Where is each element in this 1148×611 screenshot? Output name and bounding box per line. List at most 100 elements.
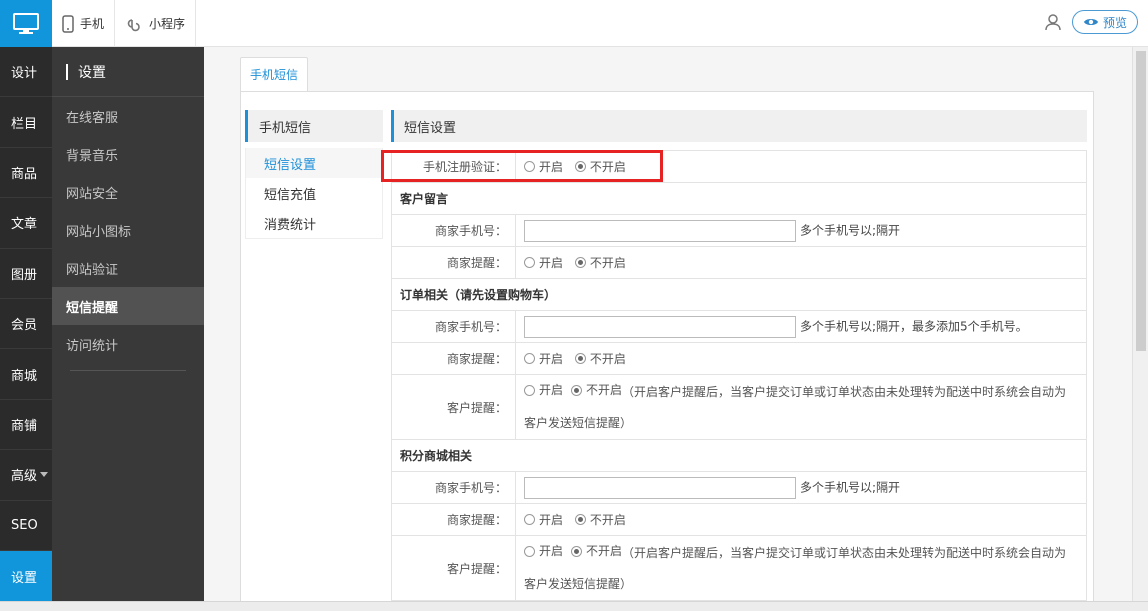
merchant-notify-label: 商家提醒： (391, 503, 516, 536)
register-verify-on[interactable]: 开启 (524, 158, 563, 175)
monitor-icon (13, 12, 39, 34)
radio-label: 不开启 (589, 352, 626, 366)
points-customer-notify-off[interactable]: 不开启 (571, 536, 622, 567)
side-item-mall[interactable]: 商城 (0, 349, 52, 400)
side-item-label: 文章 (11, 217, 38, 233)
order-merchant-notify-on[interactable]: 开启 (524, 350, 563, 367)
user-icon[interactable] (1044, 13, 1062, 31)
sub-item-online-service[interactable]: 在线客服 (52, 97, 204, 135)
window-bottom-edge (0, 601, 1148, 611)
divider (70, 370, 186, 371)
side-item-design[interactable]: 设计 (0, 47, 52, 98)
table-row: 客户提醒： 开启 不开启 （开启客户提醒后，当客户提交订单或订单状态由未处理转为配送… (391, 535, 1087, 601)
radio-label: 不开启 (589, 256, 626, 270)
customer-notify-note: （开启客户提醒后，当客户提交订单或订单状态由未处理转为配送中时系统会自动为 (622, 385, 1067, 399)
order-customer-notify-off[interactable]: 不开启 (571, 375, 622, 406)
order-customer-notify-on[interactable]: 开启 (524, 375, 563, 406)
table-row: 商家手机号： 多个手机号以;隔开 (391, 471, 1087, 504)
radio-label: 开启 (539, 383, 564, 397)
content-title: 短信设置 (391, 110, 1087, 142)
preview-button[interactable]: 预览 (1071, 10, 1138, 34)
subnav-consumption-stats[interactable]: 消费统计 (246, 208, 382, 238)
side-item-label: 商品 (11, 166, 38, 182)
sms-settings-content: 短信设置 手机注册验证： 开启 不开启 客户留言 商家手机号： 多个手机号以;隔… (391, 110, 1087, 601)
radio-label: 不开启 (586, 383, 623, 397)
tab-mobile-sms[interactable]: 手机短信 (240, 57, 308, 91)
side-item-label: 会员 (11, 318, 38, 334)
side-item-settings[interactable]: 设置 (0, 550, 52, 602)
table-row: 手机注册验证： 开启 不开启 (391, 150, 1087, 183)
side-item-members[interactable]: 会员 (0, 299, 52, 350)
side-item-label: 设置 (11, 570, 38, 586)
order-merchant-phone-input[interactable] (524, 315, 796, 338)
sub-item-sms-reminder[interactable]: 短信提醒 (52, 287, 204, 325)
side-item-label: 设计 (11, 66, 38, 82)
subnav-sms-recharge[interactable]: 短信充值 (246, 178, 382, 208)
nav-phone-label: 手机 (80, 17, 105, 31)
side-item-products[interactable]: 商品 (0, 148, 52, 199)
customer-notify-label: 客户提醒： (391, 374, 516, 440)
sub-item-visit-stats[interactable]: 访问统计 (52, 325, 204, 363)
sub-item-favicon[interactable]: 网站小图标 (52, 211, 204, 249)
eye-icon (1083, 19, 1098, 25)
register-verify-label: 手机注册验证： (391, 150, 516, 183)
side-item-columns[interactable]: 栏目 (0, 97, 52, 148)
sms-settings-table: 手机注册验证： 开启 不开启 客户留言 商家手机号： 多个手机号以;隔开 商家提… (391, 150, 1087, 601)
top-nav: 手机 小程序 (52, 0, 197, 47)
desktop-logo[interactable] (0, 0, 52, 47)
secondary-sidebar-title-text: 设置 (78, 64, 106, 81)
merchant-notify-label: 商家提醒： (391, 342, 516, 375)
customer-notify-label: 客户提醒： (391, 535, 516, 601)
top-bar: 手机 小程序 预览 (0, 0, 1148, 47)
guestbook-merchant-phone-input[interactable] (524, 219, 796, 242)
guestbook-merchant-notify-on[interactable]: 开启 (524, 254, 563, 271)
guestbook-merchant-notify-off[interactable]: 不开启 (574, 254, 626, 271)
points-merchant-notify-on[interactable]: 开启 (524, 511, 563, 528)
sub-item-site-verification[interactable]: 网站验证 (52, 249, 204, 287)
sms-subnav: 手机短信 短信设置 短信充值 消费统计 (245, 110, 383, 239)
phone-hint-max: 多个手机号以;隔开，最多添加5个手机号。 (800, 319, 1028, 333)
merchant-phone-label: 商家手机号： (391, 214, 516, 247)
table-row: 订单相关（请先设置购物车） (391, 278, 1087, 311)
radio-label: 不开启 (589, 160, 626, 174)
radio-label: 不开启 (589, 513, 626, 527)
phone-icon (62, 14, 74, 33)
sub-item-site-security[interactable]: 网站安全 (52, 173, 204, 211)
points-merchant-phone-input[interactable] (524, 476, 796, 499)
order-merchant-notify-off[interactable]: 不开启 (574, 350, 626, 367)
nav-miniprogram[interactable]: 小程序 (115, 0, 197, 47)
merchant-notify-label: 商家提醒： (391, 246, 516, 279)
preview-label: 预览 (1102, 15, 1127, 30)
table-row: 商家提醒： 开启 不开启 (391, 246, 1087, 279)
side-item-seo[interactable]: SEO (0, 501, 52, 551)
radio-label: 开启 (539, 513, 564, 527)
section-guestbook: 客户留言 (391, 182, 1087, 215)
radio-label: 开启 (539, 352, 564, 366)
subnav-sms-settings[interactable]: 短信设置 (246, 148, 382, 178)
side-item-label: 栏目 (11, 116, 38, 132)
table-row: 商家提醒： 开启 不开启 (391, 503, 1087, 536)
side-item-advanced[interactable]: 高级 (0, 450, 52, 501)
merchant-phone-label: 商家手机号： (391, 310, 516, 343)
main-area: 手机短信 手机短信 短信设置 短信充值 消费统计 短信设置 手机注册验证： 开启… (204, 47, 1132, 611)
side-item-shops[interactable]: 商铺 (0, 400, 52, 451)
nav-phone[interactable]: 手机 (52, 0, 116, 47)
table-row: 商家手机号： 多个手机号以;隔开，最多添加5个手机号。 (391, 310, 1087, 343)
vertical-scrollbar[interactable] (1132, 47, 1148, 601)
side-item-articles[interactable]: 文章 (0, 198, 52, 249)
scrollbar-thumb[interactable] (1136, 51, 1146, 351)
table-row: 商家手机号： 多个手机号以;隔开 (391, 214, 1087, 247)
side-item-label: 图册 (11, 267, 38, 283)
table-row: 积分商城相关 (391, 439, 1087, 472)
register-verify-off[interactable]: 不开启 (574, 158, 626, 175)
points-merchant-notify-off[interactable]: 不开启 (574, 511, 626, 528)
points-customer-notify-on[interactable]: 开启 (524, 536, 563, 567)
caret-down-icon (40, 472, 49, 478)
customer-notify-note-cont: 客户发送短信提醒） (524, 577, 633, 591)
settings-panel: 手机短信 短信设置 短信充值 消费统计 短信设置 手机注册验证： 开启 不开启 … (240, 91, 1094, 611)
radio-label: 不开启 (586, 544, 623, 558)
side-item-label: 商铺 (11, 418, 38, 434)
side-item-label: 商城 (11, 368, 38, 384)
sub-item-background-music[interactable]: 背景音乐 (52, 135, 204, 173)
side-item-albums[interactable]: 图册 (0, 249, 52, 299)
